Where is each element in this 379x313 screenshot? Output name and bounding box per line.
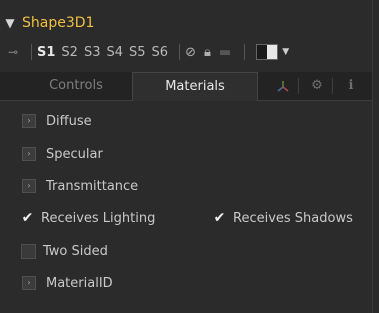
inspector-panel: ▼ Shape3D1 ⊸ S1 S2 S3 S4 S5 S6 ⊘ 🔒︎ ▬ ▼ … bbox=[0, 0, 373, 313]
section-label: Diffuse bbox=[46, 113, 92, 129]
reset-icon[interactable]: ▬ bbox=[219, 45, 231, 60]
disable-icon[interactable]: ⊘ bbox=[185, 45, 196, 60]
receives-lighting-label: Receives Lighting bbox=[41, 210, 156, 226]
tool-toolbar: ⊸ S1 S2 S3 S4 S5 S6 ⊘ 🔒︎ ▬ ▼ bbox=[0, 40, 372, 64]
pin-icon[interactable]: ⊸ bbox=[0, 45, 26, 59]
expand-icon[interactable]: › bbox=[22, 114, 36, 128]
tool-header[interactable]: ▼ Shape3D1 bbox=[0, 12, 372, 34]
tool-title: Shape3D1 bbox=[22, 15, 95, 31]
expand-icon[interactable]: › bbox=[22, 179, 36, 193]
slot-s5[interactable]: S5 bbox=[129, 45, 146, 60]
receives-lighting-row: ✔ Receives Lighting ✔ Receives Shadows bbox=[0, 207, 372, 229]
slot-s2[interactable]: S2 bbox=[61, 45, 78, 60]
slot-s3[interactable]: S3 bbox=[84, 45, 101, 60]
tab-controls[interactable]: Controls bbox=[22, 72, 130, 100]
chevron-down-icon[interactable]: ▼ bbox=[282, 47, 289, 57]
transform-axis-icon[interactable] bbox=[270, 72, 296, 100]
expand-icon[interactable]: › bbox=[22, 276, 36, 290]
gear-icon[interactable]: ⚙ bbox=[304, 72, 330, 100]
slot-s4[interactable]: S4 bbox=[106, 45, 123, 60]
tab-divider bbox=[298, 78, 299, 94]
lock-icon[interactable]: 🔒︎ bbox=[204, 45, 211, 60]
section-transmittance[interactable]: › Transmittance bbox=[0, 175, 372, 197]
info-icon[interactable]: ℹ bbox=[338, 72, 364, 100]
slot-s6[interactable]: S6 bbox=[152, 45, 169, 60]
expand-icon[interactable]: › bbox=[22, 147, 36, 161]
receives-shadows-checkbox[interactable]: ✔ bbox=[213, 211, 226, 225]
chevron-down-icon[interactable]: ▼ bbox=[0, 16, 20, 30]
section-diffuse[interactable]: › Diffuse bbox=[0, 110, 372, 132]
toolbar-divider bbox=[244, 44, 246, 60]
inspector-tabs: Controls Materials ⚙ ℹ bbox=[0, 72, 372, 101]
section-label: Specular bbox=[46, 146, 103, 162]
section-label: Transmittance bbox=[46, 178, 139, 194]
receives-shadows-label: Receives Shadows bbox=[233, 210, 353, 226]
section-material-id[interactable]: › MaterialID bbox=[0, 272, 372, 294]
toolbar-divider bbox=[31, 44, 32, 60]
tab-materials[interactable]: Materials bbox=[132, 72, 258, 101]
toolbar-divider bbox=[179, 44, 181, 60]
slot-s1[interactable]: S1 bbox=[37, 45, 55, 60]
color-swatch-icon[interactable] bbox=[256, 44, 279, 60]
two-sided-label: Two Sided bbox=[43, 243, 108, 259]
receives-lighting-checkbox[interactable]: ✔ bbox=[21, 211, 34, 225]
two-sided-row: Two Sided bbox=[0, 240, 372, 262]
two-sided-checkbox[interactable] bbox=[21, 243, 36, 259]
receives-shadows-group: ✔ Receives Shadows bbox=[213, 211, 353, 226]
section-specular[interactable]: › Specular bbox=[0, 143, 372, 165]
section-label: MaterialID bbox=[46, 275, 113, 291]
tab-divider bbox=[332, 78, 333, 94]
